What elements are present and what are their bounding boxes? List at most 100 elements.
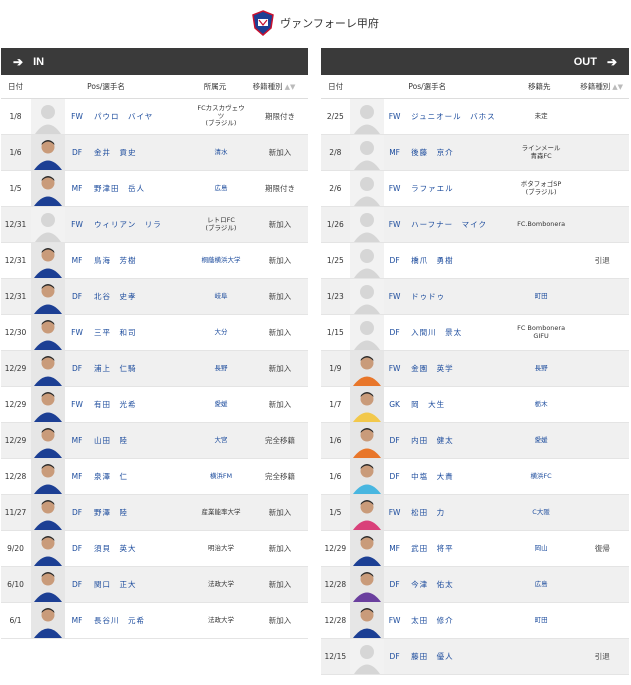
player-name-link[interactable]: 鳥海 芳樹	[88, 255, 188, 266]
out-title: OUT	[573, 55, 597, 68]
table-row: 1/23 FW ドゥドゥ 町田	[321, 279, 629, 315]
player-photo	[31, 279, 65, 314]
player-name-link[interactable]: 野澤 陸	[88, 507, 188, 518]
table-row: 12/29 DF 浦上 仁騎 長野 新加入	[1, 351, 308, 387]
club-name[interactable]: 広島	[507, 580, 576, 589]
player-name-link[interactable]: 岡 大生	[405, 399, 507, 410]
player-photo	[349, 387, 384, 422]
player-position: DF	[389, 580, 400, 589]
player-name-link[interactable]: 長谷川 元希	[88, 615, 188, 626]
club-name[interactable]: 大宮	[188, 436, 254, 445]
player-name-link[interactable]: 後藤 京介	[405, 147, 507, 158]
table-row: 6/10 DF 関口 正大 法政大学 新加入	[1, 567, 308, 603]
club-name[interactable]: 桐蔭横浜大学	[188, 256, 254, 265]
silhouette-icon	[349, 99, 384, 134]
club-name[interactable]: 愛媛	[507, 436, 576, 445]
player-name-link[interactable]: パウロ バイヤ	[88, 111, 188, 122]
transfer-type: 引退	[594, 652, 610, 661]
player-name-link[interactable]: 松田 力	[405, 507, 507, 518]
player-name-link[interactable]: 金井 貢史	[88, 147, 188, 158]
player-name-link[interactable]: 浦上 仁騎	[88, 363, 188, 374]
player-name-link[interactable]: 泉澤 仁	[88, 471, 188, 482]
player-photo-cell	[30, 495, 66, 530]
club-name[interactable]: 長野	[507, 364, 576, 373]
player-name-link[interactable]: ウィリアン リラ	[88, 219, 188, 230]
table-row: 12/29 MF 山田 陸大宮 完全移籍	[1, 423, 308, 459]
player-name-link[interactable]: 橋爪 勇樹	[405, 255, 507, 266]
club-name[interactable]: 横浜FM	[188, 472, 254, 481]
club-name[interactable]: 大分	[188, 328, 254, 337]
sort-icon[interactable]: ▲▼	[285, 83, 296, 91]
col-club: 移籍先	[528, 82, 551, 91]
col-type[interactable]: 移籍種別 ▲▼	[248, 81, 300, 92]
club-name[interactable]: 清水	[188, 148, 254, 157]
player-position: FW	[388, 508, 401, 517]
player-photo-cell	[349, 135, 384, 170]
col-date: 日付	[8, 82, 23, 91]
transfer-date: 12/29	[4, 436, 27, 445]
player-name-link[interactable]: 北谷 史孝	[88, 291, 188, 302]
player-name-link[interactable]: 有田 光希	[88, 399, 188, 410]
player-name-link[interactable]: 三平 和司	[88, 327, 188, 338]
player-position: DF	[71, 544, 83, 553]
player-name-link[interactable]: 藤田 優人	[405, 651, 507, 662]
player-name-link[interactable]: ラファエル	[405, 183, 507, 194]
table-row: 9/20 DF 須貝 英大 明治大学 新加入	[1, 531, 308, 567]
table-row: 12/31 MF 鳥海 芳樹 桐蔭横浜大学 新加入	[1, 243, 308, 279]
player-position: FW	[388, 184, 401, 193]
player-name-link[interactable]: 太田 修介	[405, 615, 507, 626]
club-name[interactable]: 岡山	[507, 544, 576, 553]
col-club: 所属元	[203, 82, 227, 91]
player-name-link[interactable]: ハーフナー マイク	[405, 219, 507, 230]
player-photo-cell	[349, 567, 384, 602]
player-photo-cell	[349, 99, 384, 134]
club-name[interactable]: ヴァンフォーレ甲府	[280, 15, 379, 31]
club-name[interactable]: C大阪	[507, 508, 576, 517]
club-name[interactable]: 町田	[507, 616, 576, 625]
club-name[interactable]: 愛媛	[188, 400, 254, 409]
transfer-type: 完全移籍	[265, 472, 295, 481]
table-row: 2/8 MF 後藤 京介 ラインメール 青森FC	[321, 135, 629, 171]
player-name-link[interactable]: 須貝 英大	[88, 543, 188, 554]
player-name-link[interactable]: 今津 佑太	[405, 579, 507, 590]
player-photo-cell	[30, 531, 66, 566]
col-pos-name: Pos/選手名	[87, 82, 125, 91]
player-position: MF	[71, 256, 83, 265]
transfer-date: 1/26	[326, 220, 344, 229]
player-name-link[interactable]: ジュニオール バホス	[405, 111, 507, 122]
club-name[interactable]: 広島	[188, 184, 254, 193]
col-type[interactable]: 移籍種別 ▲▼	[574, 81, 629, 92]
out-header-bar: OUT ➔	[321, 48, 629, 75]
transfer-date: 1/5	[9, 184, 22, 193]
player-name-link[interactable]: 中塩 大貴	[405, 471, 507, 482]
sort-icon[interactable]: ▲▼	[612, 83, 623, 91]
player-photo-cell	[30, 351, 66, 386]
club-name[interactable]: 町田	[507, 292, 576, 301]
player-name-link[interactable]: 野津田 岳人	[88, 183, 188, 194]
club-name[interactable]: 栃木	[507, 400, 576, 409]
transfer-date: 12/28	[324, 616, 347, 625]
club-name: ボタフォゴSP (ブラジル)	[520, 179, 562, 196]
player-photo-cell	[349, 459, 384, 494]
transfer-date: 12/30	[4, 328, 27, 337]
club-name[interactable]: 岐阜	[188, 292, 254, 301]
player-name-link[interactable]: 山田 陸	[88, 435, 188, 446]
club-name[interactable]: 横浜FC	[507, 472, 576, 481]
player-name-link[interactable]: 関口 正大	[88, 579, 188, 590]
table-row: 11/27 DF 野澤 陸 産業能率大学 新加入	[1, 495, 308, 531]
table-row: 12/31 FW ウィリアン リラ レトロFC (ブラジル) 新加入	[1, 207, 308, 243]
transfer-type: 新加入	[268, 616, 292, 625]
player-position: DF	[71, 508, 83, 517]
player-name-link[interactable]: 入間川 景太	[405, 327, 507, 338]
table-row: 1/9 FW 金園 英学 長野	[321, 351, 629, 387]
player-name-link[interactable]: 内田 健太	[405, 435, 507, 446]
transfer-type: 期限付き	[265, 112, 295, 121]
club-name[interactable]: 長野	[188, 364, 254, 373]
player-name-link[interactable]: ドゥドゥ	[405, 291, 507, 302]
club-name: FCカスカヴェウツ (ブラジル)	[197, 103, 245, 128]
player-name-link[interactable]: 金園 英学	[405, 363, 507, 374]
player-photo-cell	[30, 135, 66, 170]
transfer-type: 新加入	[268, 364, 292, 373]
player-name-link[interactable]: 武田 将平	[405, 543, 507, 554]
table-row: 1/6 DF 中塩 大貴 横浜FC	[321, 459, 629, 495]
